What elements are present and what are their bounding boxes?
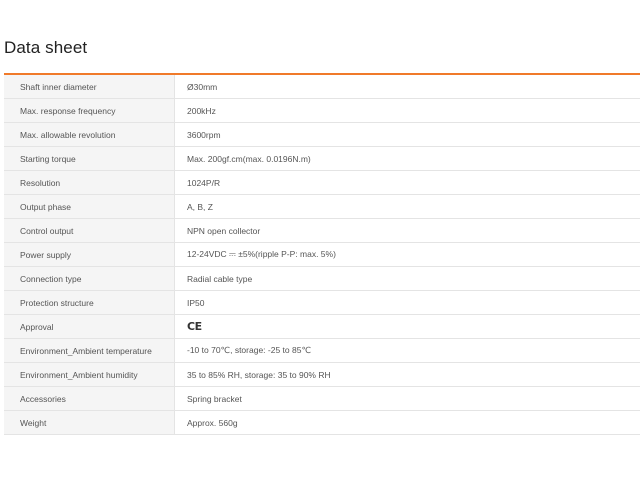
spec-value: IP50 [187, 297, 205, 308]
spec-value: NPN open collector [187, 225, 261, 236]
table-row: Output phase A, B, Z [4, 195, 640, 219]
spec-label: Environment_Ambient humidity [4, 363, 175, 386]
table-row: Resolution 1024P/R [4, 171, 640, 195]
spec-value: Approx. 560g [187, 417, 238, 428]
table-row: Accessories Spring bracket [4, 387, 640, 411]
table-row: Environment_Ambient temperature -10 to 7… [4, 339, 640, 363]
spec-value: Max. 200gf.cm(max. 0.0196N.m) [187, 153, 311, 164]
spec-value: Ø30mm [187, 81, 218, 92]
spec-label: Resolution [4, 171, 175, 194]
spec-label: Power supply [4, 243, 175, 266]
table-row: Max. response frequency 200kHz [4, 99, 640, 123]
spec-label: Accessories [4, 387, 175, 410]
datasheet-page: Data sheet Shaft inner diameter Ø30mm Ma… [0, 0, 640, 480]
spec-value: -10 to 70℃, storage: -25 to 85℃ [187, 345, 311, 355]
table-row: Approval CE [4, 315, 640, 339]
spec-value: CE [175, 315, 640, 338]
spec-label: Output phase [4, 195, 175, 218]
spec-label: Starting torque [4, 147, 175, 170]
table-row: Weight Approx. 560g [4, 411, 640, 435]
spec-value: 12-24VDC ⎓ ±5%(ripple P-P: max. 5%) [187, 249, 336, 259]
spec-table: Shaft inner diameter Ø30mm Max. response… [4, 75, 640, 435]
spec-value: 35 to 85% RH, storage: 35 to 90% RH [187, 369, 331, 380]
spec-value: 1024P/R [187, 177, 221, 188]
table-row: Protection structure IP50 [4, 291, 640, 315]
spec-label: Control output [4, 219, 175, 242]
ce-mark-icon: CE [187, 320, 202, 333]
spec-value: A, B, Z [187, 201, 213, 212]
spec-label: Shaft inner diameter [4, 75, 175, 98]
spec-label: Max. response frequency [4, 99, 175, 122]
spec-value: 3600rpm [187, 129, 221, 140]
spec-label: Max. allowable revolution [4, 123, 175, 146]
table-row: Starting torque Max. 200gf.cm(max. 0.019… [4, 147, 640, 171]
spec-value: 200kHz [187, 105, 216, 116]
spec-label: Protection structure [4, 291, 175, 314]
table-row: Connection type Radial cable type [4, 267, 640, 291]
table-row: Max. allowable revolution 3600rpm [4, 123, 640, 147]
table-row: Shaft inner diameter Ø30mm [4, 75, 640, 99]
spec-value: Radial cable type [187, 273, 253, 284]
table-row: Power supply 12-24VDC ⎓ ±5%(ripple P-P: … [4, 243, 640, 267]
table-row: Control output NPN open collector [4, 219, 640, 243]
page-title: Data sheet [4, 38, 88, 57]
spec-label: Connection type [4, 267, 175, 290]
spec-label: Environment_Ambient temperature [4, 339, 175, 362]
spec-label: Weight [4, 411, 175, 434]
table-row: Environment_Ambient humidity 35 to 85% R… [4, 363, 640, 387]
spec-label: Approval [4, 315, 175, 338]
spec-value: Spring bracket [187, 393, 242, 404]
